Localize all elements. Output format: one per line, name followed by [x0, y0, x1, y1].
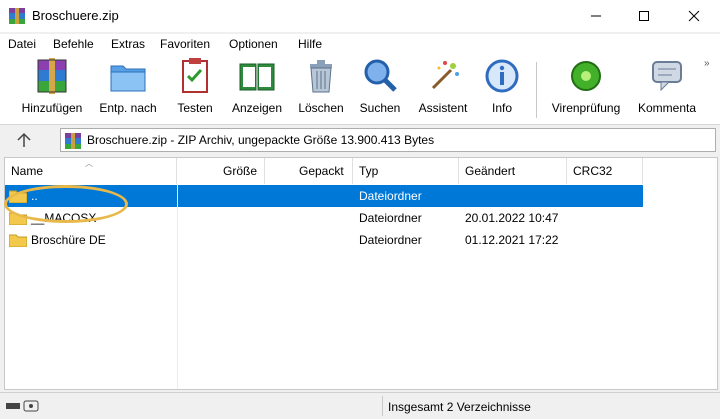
status-divider: [382, 396, 383, 416]
status-bar: Insgesamt 2 Verzeichnisse: [0, 392, 720, 419]
wizard-button[interactable]: Assistent: [412, 56, 474, 120]
info-icon: [485, 59, 519, 93]
minimize-icon: [591, 15, 601, 17]
zip-archive-icon: [65, 133, 81, 149]
row-type: Dateiordner: [359, 211, 422, 225]
info-button[interactable]: Info: [482, 56, 522, 120]
search-icon: [364, 59, 397, 92]
view-book-icon: [239, 63, 275, 91]
row-type: Dateiordner: [359, 233, 422, 247]
comment-icon: [652, 61, 682, 92]
sort-arrow-icon: ︿: [85, 159, 93, 168]
delete-button[interactable]: Löschen: [294, 56, 348, 120]
column-modified[interactable]: Geändert: [459, 158, 567, 184]
toolbar: Hinzufügen Entp. nach Testen Anzeigen Lö…: [0, 54, 720, 125]
highlight-ring-annotation: [4, 185, 128, 223]
column-divider: [177, 184, 178, 389]
maximize-button[interactable]: [620, 0, 668, 32]
close-button[interactable]: [670, 0, 718, 32]
maximize-icon: [639, 11, 649, 21]
wizard-wand-icon: [431, 61, 459, 90]
column-size[interactable]: Größe: [177, 158, 265, 184]
menu-hilfe[interactable]: Hilfe: [298, 37, 322, 51]
extract-folder-icon: [110, 65, 146, 92]
virus-scan-button[interactable]: Virenprüfung: [546, 56, 626, 120]
menu-datei[interactable]: Datei: [8, 37, 36, 51]
menu-optionen[interactable]: Optionen: [229, 37, 278, 51]
menu-bar: Datei Befehle Extras Favoriten Optionen …: [0, 34, 720, 54]
menu-favoriten[interactable]: Favoriten: [160, 37, 210, 51]
address-text: Broschuere.zip - ZIP Archiv, ungepackte …: [87, 133, 435, 147]
toolbar-overflow-chevron[interactable]: »: [704, 58, 710, 69]
folder-icon: [9, 234, 27, 247]
menu-extras[interactable]: Extras: [111, 37, 145, 51]
trash-icon: [310, 60, 332, 93]
winrar-app-icon[interactable]: [9, 8, 25, 24]
row-name: Broschüre DE: [31, 233, 106, 247]
test-checklist-icon: [182, 58, 208, 93]
status-text: Insgesamt 2 Verzeichnisse: [388, 400, 531, 414]
column-type[interactable]: Typ: [353, 158, 459, 184]
minimize-button[interactable]: [572, 0, 620, 32]
close-icon: [688, 10, 700, 22]
column-header-row: Name ︿ Größe Gepackt Typ Geändert CRC32: [5, 158, 717, 184]
view-button[interactable]: Anzeigen: [228, 56, 286, 120]
toolbar-separator: [536, 62, 537, 118]
title-bar: Broschuere.zip: [0, 0, 720, 32]
row-modified: 01.12.2021 17:22: [465, 233, 559, 247]
table-row[interactable]: Broschüre DE Dateiordner 01.12.2021 17:2…: [5, 229, 643, 251]
column-crc32[interactable]: CRC32: [567, 158, 643, 184]
comment-button[interactable]: Kommenta: [634, 56, 700, 120]
drive-status-icon: [6, 400, 39, 412]
column-packed[interactable]: Gepackt: [265, 158, 353, 184]
address-bar: Broschuere.zip - ZIP Archiv, ungepackte …: [0, 125, 720, 155]
row-type: Dateiordner: [359, 189, 422, 203]
virus-scan-icon: [571, 61, 601, 91]
row-modified: 20.01.2022 10:47: [465, 211, 559, 225]
window-title: Broschuere.zip: [32, 8, 119, 23]
up-arrow-icon[interactable]: [14, 131, 34, 149]
add-button[interactable]: Hinzufügen: [18, 56, 86, 120]
test-button[interactable]: Testen: [170, 56, 220, 120]
find-button[interactable]: Suchen: [354, 56, 406, 120]
archive-add-icon: [37, 58, 67, 94]
address-field[interactable]: Broschuere.zip - ZIP Archiv, ungepackte …: [60, 128, 716, 152]
extract-to-button[interactable]: Entp. nach: [94, 56, 162, 120]
menu-befehle[interactable]: Befehle: [53, 37, 94, 51]
